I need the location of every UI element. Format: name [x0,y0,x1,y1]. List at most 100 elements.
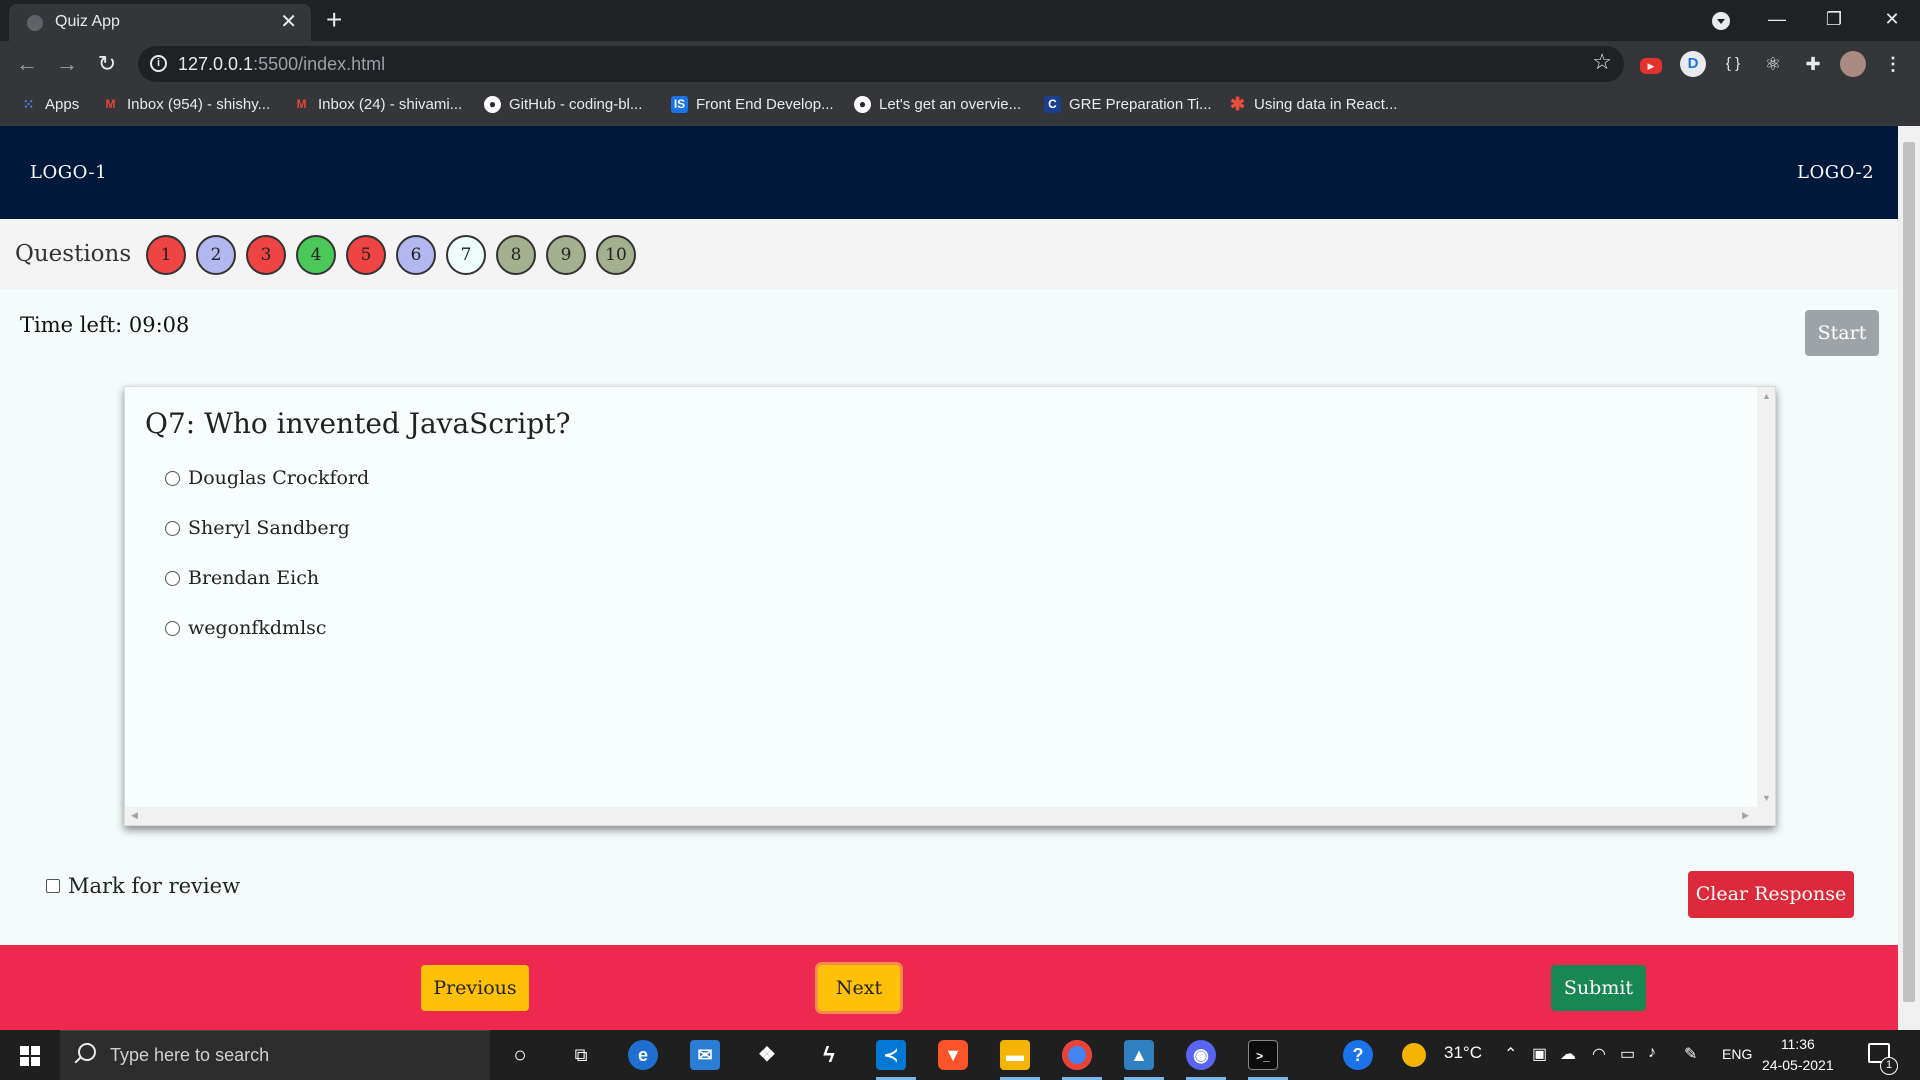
bookmark-apps[interactable]: ⁙ Apps [20,96,80,113]
scroll-left-icon[interactable]: ◀ [131,810,138,821]
file-explorer-icon[interactable]: ▬ [1000,1040,1030,1070]
question-number-1[interactable]: 1 [146,235,186,275]
youtube-extension-icon[interactable]: ▶ [1640,58,1662,74]
option-3[interactable]: Brendan Eich [165,567,319,589]
logo-right: LOGO-2 [1797,162,1875,183]
question-number-4[interactable]: 4 [296,235,336,275]
github-icon: ● [854,96,871,113]
bookmark-front-end[interactable]: IS Front End Develop... [671,96,834,113]
task-view-icon[interactable]: ⧉ [566,1040,596,1070]
scroll-up-icon[interactable]: ▲ [1762,391,1771,401]
scroll-down-icon[interactable]: ▼ [1762,793,1771,803]
time-left: Time left: 09:08 [20,313,190,337]
bookmark-overview[interactable]: ● Let's get an overvie... [854,96,1021,113]
browser-tab-bar: Quiz App ✕ + — ❐ ✕ [0,0,1920,41]
card-horizontal-scrollbar[interactable]: ◀ ▶ [125,807,1775,825]
option-2[interactable]: Sheryl Sandberg [165,517,350,539]
is-icon: IS [671,96,688,113]
tab-title: Quiz App [55,13,120,30]
reload-icon[interactable]: ↻ [92,49,122,79]
app-header: LOGO-1 LOGO-2 [0,126,1898,219]
mark-for-review-checkbox[interactable] [46,879,60,893]
windows-start-icon[interactable] [20,1046,40,1066]
search-icon [78,1043,96,1061]
photos-icon[interactable]: ▲ [1124,1040,1154,1070]
dropbox-icon[interactable]: ❖ [752,1040,782,1070]
brave-icon[interactable]: ▼ [938,1040,968,1070]
page-scrollbar[interactable] [1898,126,1920,1030]
discord-icon[interactable]: ◉ [1186,1040,1216,1070]
mark-for-review[interactable]: Mark for review [46,874,240,898]
clear-response-button[interactable]: Clear Response [1688,871,1854,918]
chrome-icon[interactable] [1062,1040,1092,1070]
vscode-icon[interactable]: ≺ [876,1040,906,1070]
react-devtools-icon[interactable]: ⚛ [1760,51,1786,77]
forward-icon[interactable]: → [52,49,82,79]
cortana-icon[interactable]: ○ [505,1040,535,1070]
bookmark-github-coding[interactable]: ● GitHub - coding-bl... [484,96,642,113]
language-indicator[interactable]: ENG [1722,1046,1752,1062]
question-number-2[interactable]: 2 [196,235,236,275]
browser-tab[interactable]: Quiz App ✕ [9,4,311,41]
profile-avatar[interactable] [1840,51,1866,77]
back-icon[interactable]: ← [12,49,42,79]
option-1-radio[interactable] [165,470,180,486]
edge-icon[interactable]: e [628,1040,658,1070]
option-4[interactable]: wegonfkdmlsc [165,617,327,639]
minimize-icon[interactable]: — [1757,4,1797,34]
card-vertical-scrollbar[interactable]: ▲ ▼ [1757,387,1775,807]
bookmark-inbox-954[interactable]: M Inbox (954) - shishy... [102,96,271,113]
question-number-5[interactable]: 5 [346,235,386,275]
site-info-icon[interactable]: i [150,55,167,72]
taskbar-search[interactable]: Type here to search [60,1030,490,1080]
pen-icon[interactable]: ✎ [1684,1044,1697,1064]
option-3-radio[interactable] [165,570,180,586]
mail-icon[interactable]: ✉ [690,1040,720,1070]
weather-icon[interactable] [1402,1043,1426,1067]
browser-toolbar: ← → ↻ i 127.0.0.1:5500/index.html ☆ [0,41,1920,88]
close-window-icon[interactable]: ✕ [1872,4,1912,34]
question-number-8[interactable]: 8 [496,235,536,275]
gmail-icon: M [105,97,116,111]
submit-button[interactable]: Submit [1551,965,1646,1011]
start-button[interactable]: Start [1805,310,1879,356]
bookmark-react-data[interactable]: ✱ Using data in React... [1229,95,1397,113]
json-extension-icon[interactable]: { } [1720,51,1746,77]
option-2-radio[interactable] [165,520,180,536]
extensions-puzzle-icon[interactable]: ✚ [1800,51,1826,77]
extension-d-icon[interactable]: D [1680,51,1706,77]
previous-button[interactable]: Previous [421,965,529,1011]
next-button[interactable]: Next [818,965,900,1011]
question-number-3[interactable]: 3 [246,235,286,275]
question-number-10[interactable]: 10 [596,235,636,275]
bookmark-gre[interactable]: C GRE Preparation Ti... [1044,96,1212,113]
bookmark-inbox-24[interactable]: M Inbox (24) - shivami... [293,96,463,113]
clock[interactable]: 11:36 24-05-2021 [1762,1034,1834,1076]
tab-close-icon[interactable]: ✕ [280,10,297,34]
weather-temperature[interactable]: 31°C [1444,1043,1482,1063]
question-number-7[interactable]: 7 [446,235,486,275]
page-scrollbar-thumb[interactable] [1903,142,1915,1002]
question-number-6[interactable]: 6 [396,235,436,275]
volume-icon[interactable]: ♪ [1648,1044,1656,1062]
scroll-right-icon[interactable]: ▶ [1742,810,1749,821]
wifi-icon[interactable]: ◠ [1592,1044,1606,1064]
address-bar[interactable]: i 127.0.0.1:5500/index.html ☆ [138,46,1624,82]
battery-icon[interactable]: ▭ [1620,1044,1635,1064]
onedrive-icon[interactable]: ☁ [1560,1044,1576,1064]
show-hidden-icons-icon[interactable]: ⌃ [1504,1044,1517,1064]
option-4-radio[interactable] [165,620,180,636]
browser-menu-icon[interactable]: ⋮ [1880,51,1906,77]
option-1[interactable]: Douglas Crockford [165,467,369,489]
restore-icon[interactable]: ❐ [1814,4,1854,34]
new-tab-icon[interactable]: + [326,6,342,34]
terminal-icon[interactable]: >_ [1248,1040,1278,1070]
tab-search-icon[interactable] [1712,12,1730,30]
meet-now-icon[interactable]: ▣ [1532,1044,1547,1064]
question-text: Q7: Who invented JavaScript? [145,407,571,440]
question-number-9[interactable]: 9 [546,235,586,275]
bookmark-star-icon[interactable]: ☆ [1592,49,1612,75]
question-card: Q7: Who invented JavaScript? Douglas Cro… [124,386,1776,826]
lightning-app-icon[interactable]: ϟ [814,1040,844,1070]
help-icon[interactable]: ? [1343,1040,1373,1070]
